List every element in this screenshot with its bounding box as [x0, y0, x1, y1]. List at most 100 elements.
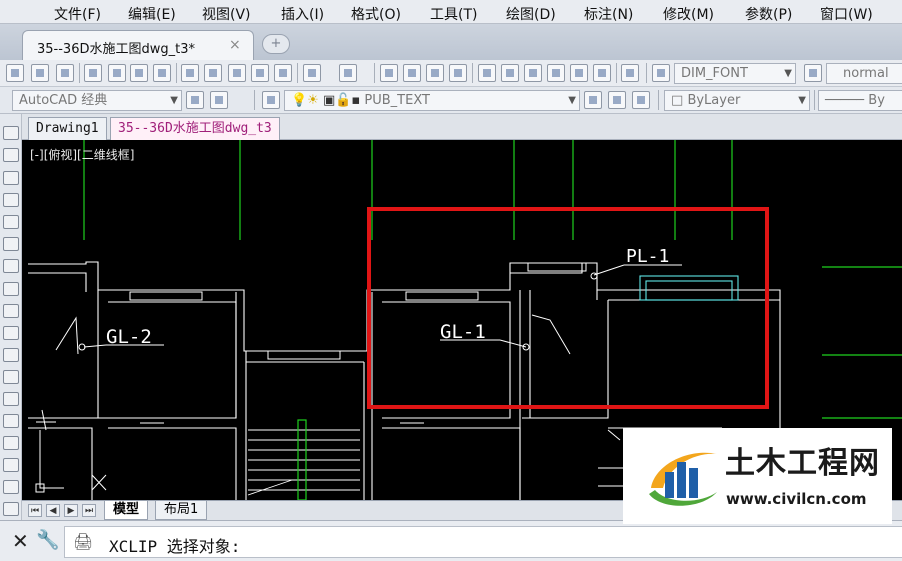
color-select[interactable]: □ ByLayer ▼ — [664, 90, 810, 111]
menu-bar: 文件(F) 编辑(E) 视图(V) 插入(I) 格式(O) 工具(T) 绘图(D… — [0, 0, 902, 24]
tab-layout1[interactable]: 布局1 — [155, 501, 208, 520]
command-input[interactable]: 🖨 XCLIP 选择对象: — [64, 526, 902, 558]
workspace-select[interactable]: AutoCAD 经典 ▼ — [12, 90, 182, 111]
highlight-rectangle — [367, 207, 769, 409]
sheet-set-icon[interactable] — [547, 64, 565, 82]
menu-dimension[interactable]: 标注(N) — [584, 4, 633, 24]
paste-icon[interactable] — [228, 64, 246, 82]
viewport-label[interactable]: [-][俯视][二维线框] — [30, 146, 134, 163]
layers-toolbar: AutoCAD 经典 ▼ 💡☀ ▣🔓▪ PUB_TEXT ▼ □ ByLayer… — [0, 87, 902, 114]
last-layout-icon[interactable]: ⏭ — [82, 504, 96, 517]
open-file-icon[interactable] — [31, 64, 49, 82]
point-icon[interactable] — [3, 414, 19, 428]
tab-current-drawing[interactable]: 35--36D水施工图dwg_t3 — [110, 117, 280, 140]
layer-select[interactable]: 💡☀ ▣🔓▪ PUB_TEXT ▼ — [284, 90, 580, 111]
menu-modify[interactable]: 修改(M) — [663, 4, 714, 24]
linetype-select[interactable]: ───── By — [818, 90, 902, 111]
help-icon[interactable] — [621, 64, 639, 82]
print-preview-icon[interactable] — [108, 64, 126, 82]
text-style-select[interactable]: DIM_FONT ▼ — [674, 63, 796, 84]
make-current-layer-icon[interactable] — [584, 91, 602, 109]
chevron-down-icon: ▼ — [170, 95, 178, 106]
arc-icon[interactable] — [3, 237, 19, 251]
close-icon[interactable]: ✕ — [12, 529, 29, 553]
menu-window[interactable]: 窗口(W) — [820, 4, 873, 24]
markup-icon[interactable] — [570, 64, 588, 82]
properties-icon[interactable] — [478, 64, 496, 82]
gear-icon[interactable] — [186, 91, 204, 109]
watermark-url: www.civilcn.com — [726, 490, 867, 508]
menu-parameters[interactable]: 参数(P) — [745, 4, 792, 24]
construction-line-icon[interactable] — [3, 148, 19, 162]
region-icon[interactable] — [3, 480, 19, 494]
cut-icon[interactable] — [181, 64, 199, 82]
revision-cloud-icon[interactable] — [3, 282, 19, 296]
block-editor-icon[interactable] — [274, 64, 292, 82]
line-icon[interactable] — [3, 126, 19, 140]
3d-dwf-icon[interactable] — [153, 64, 171, 82]
dimension-style-icon[interactable] — [804, 64, 822, 82]
toolbar-separator — [646, 63, 647, 83]
hatch-icon[interactable] — [3, 436, 19, 450]
menu-format[interactable]: 格式(O) — [351, 4, 401, 24]
toolbar-separator — [297, 63, 298, 83]
menu-file[interactable]: 文件(F) — [54, 4, 101, 24]
document-tab[interactable]: 35--36D水施工图dwg_t3* × — [22, 30, 254, 60]
color-value: ByLayer — [687, 93, 741, 108]
ellipse-icon[interactable] — [3, 326, 19, 340]
print-icon[interactable] — [84, 64, 102, 82]
command-history-icon[interactable]: 🖨 — [73, 532, 93, 551]
menu-edit[interactable]: 编辑(E) — [128, 4, 176, 24]
workspace-settings-icon[interactable] — [210, 91, 228, 109]
match-properties-icon[interactable] — [251, 64, 269, 82]
document-tab-bar: 35--36D水施工图dwg_t3* × + — [0, 24, 902, 60]
menu-tools[interactable]: 工具(T) — [430, 4, 477, 24]
menu-insert[interactable]: 插入(I) — [281, 4, 324, 24]
toolbar-separator — [814, 90, 815, 110]
pan-icon[interactable] — [380, 64, 398, 82]
zoom-realtime-icon[interactable] — [403, 64, 421, 82]
layer-previous-icon[interactable] — [608, 91, 626, 109]
rectangle-icon[interactable] — [3, 215, 19, 229]
zoom-previous-icon[interactable] — [449, 64, 467, 82]
polyline-icon[interactable] — [3, 171, 19, 185]
toolbar-separator — [79, 63, 80, 83]
ellipse-arc-icon[interactable] — [3, 348, 19, 362]
watermark-title: 土木工程网 — [725, 446, 880, 481]
wrench-icon[interactable]: 🔧 — [36, 528, 60, 551]
layer-states-icon[interactable] — [632, 91, 650, 109]
close-tab-icon[interactable]: × — [229, 37, 241, 53]
menu-draw[interactable]: 绘图(D) — [506, 4, 556, 24]
calculator-icon[interactable] — [593, 64, 611, 82]
tab-drawing1[interactable]: Drawing1 — [28, 117, 107, 140]
publish-icon[interactable] — [130, 64, 148, 82]
menu-view[interactable]: 视图(V) — [202, 4, 251, 24]
lightbulb-icon: 💡☀ — [291, 93, 319, 108]
draw-toolbar — [0, 114, 22, 520]
spline-icon[interactable] — [3, 304, 19, 318]
polygon-icon[interactable] — [3, 193, 19, 207]
previous-layout-icon[interactable]: ◀ — [46, 504, 60, 517]
text-style-icon[interactable] — [652, 64, 670, 82]
make-block-icon[interactable] — [3, 392, 19, 406]
tab-model[interactable]: 模型 — [104, 501, 149, 520]
design-center-icon[interactable] — [501, 64, 519, 82]
next-layout-icon[interactable]: ▶ — [64, 504, 78, 517]
insert-block-icon[interactable] — [3, 370, 19, 384]
table-icon[interactable] — [3, 502, 19, 516]
first-layout-icon[interactable]: ⏮ — [28, 504, 42, 517]
save-icon[interactable] — [56, 64, 74, 82]
tool-palettes-icon[interactable] — [524, 64, 542, 82]
toolbar-separator — [472, 63, 473, 83]
new-file-icon[interactable] — [6, 64, 24, 82]
zoom-window-icon[interactable] — [426, 64, 444, 82]
undo-icon[interactable] — [303, 64, 321, 82]
gradient-icon[interactable] — [3, 458, 19, 472]
circle-icon[interactable] — [3, 259, 19, 273]
new-tab-button[interactable]: + — [262, 34, 290, 54]
dimension-style-select[interactable]: normal — [826, 63, 902, 84]
command-line: ✕ 🔧 🖨 XCLIP 选择对象: — [0, 520, 902, 561]
copy-icon[interactable] — [204, 64, 222, 82]
redo-icon[interactable] — [339, 64, 357, 82]
layer-manager-icon[interactable] — [262, 91, 280, 109]
